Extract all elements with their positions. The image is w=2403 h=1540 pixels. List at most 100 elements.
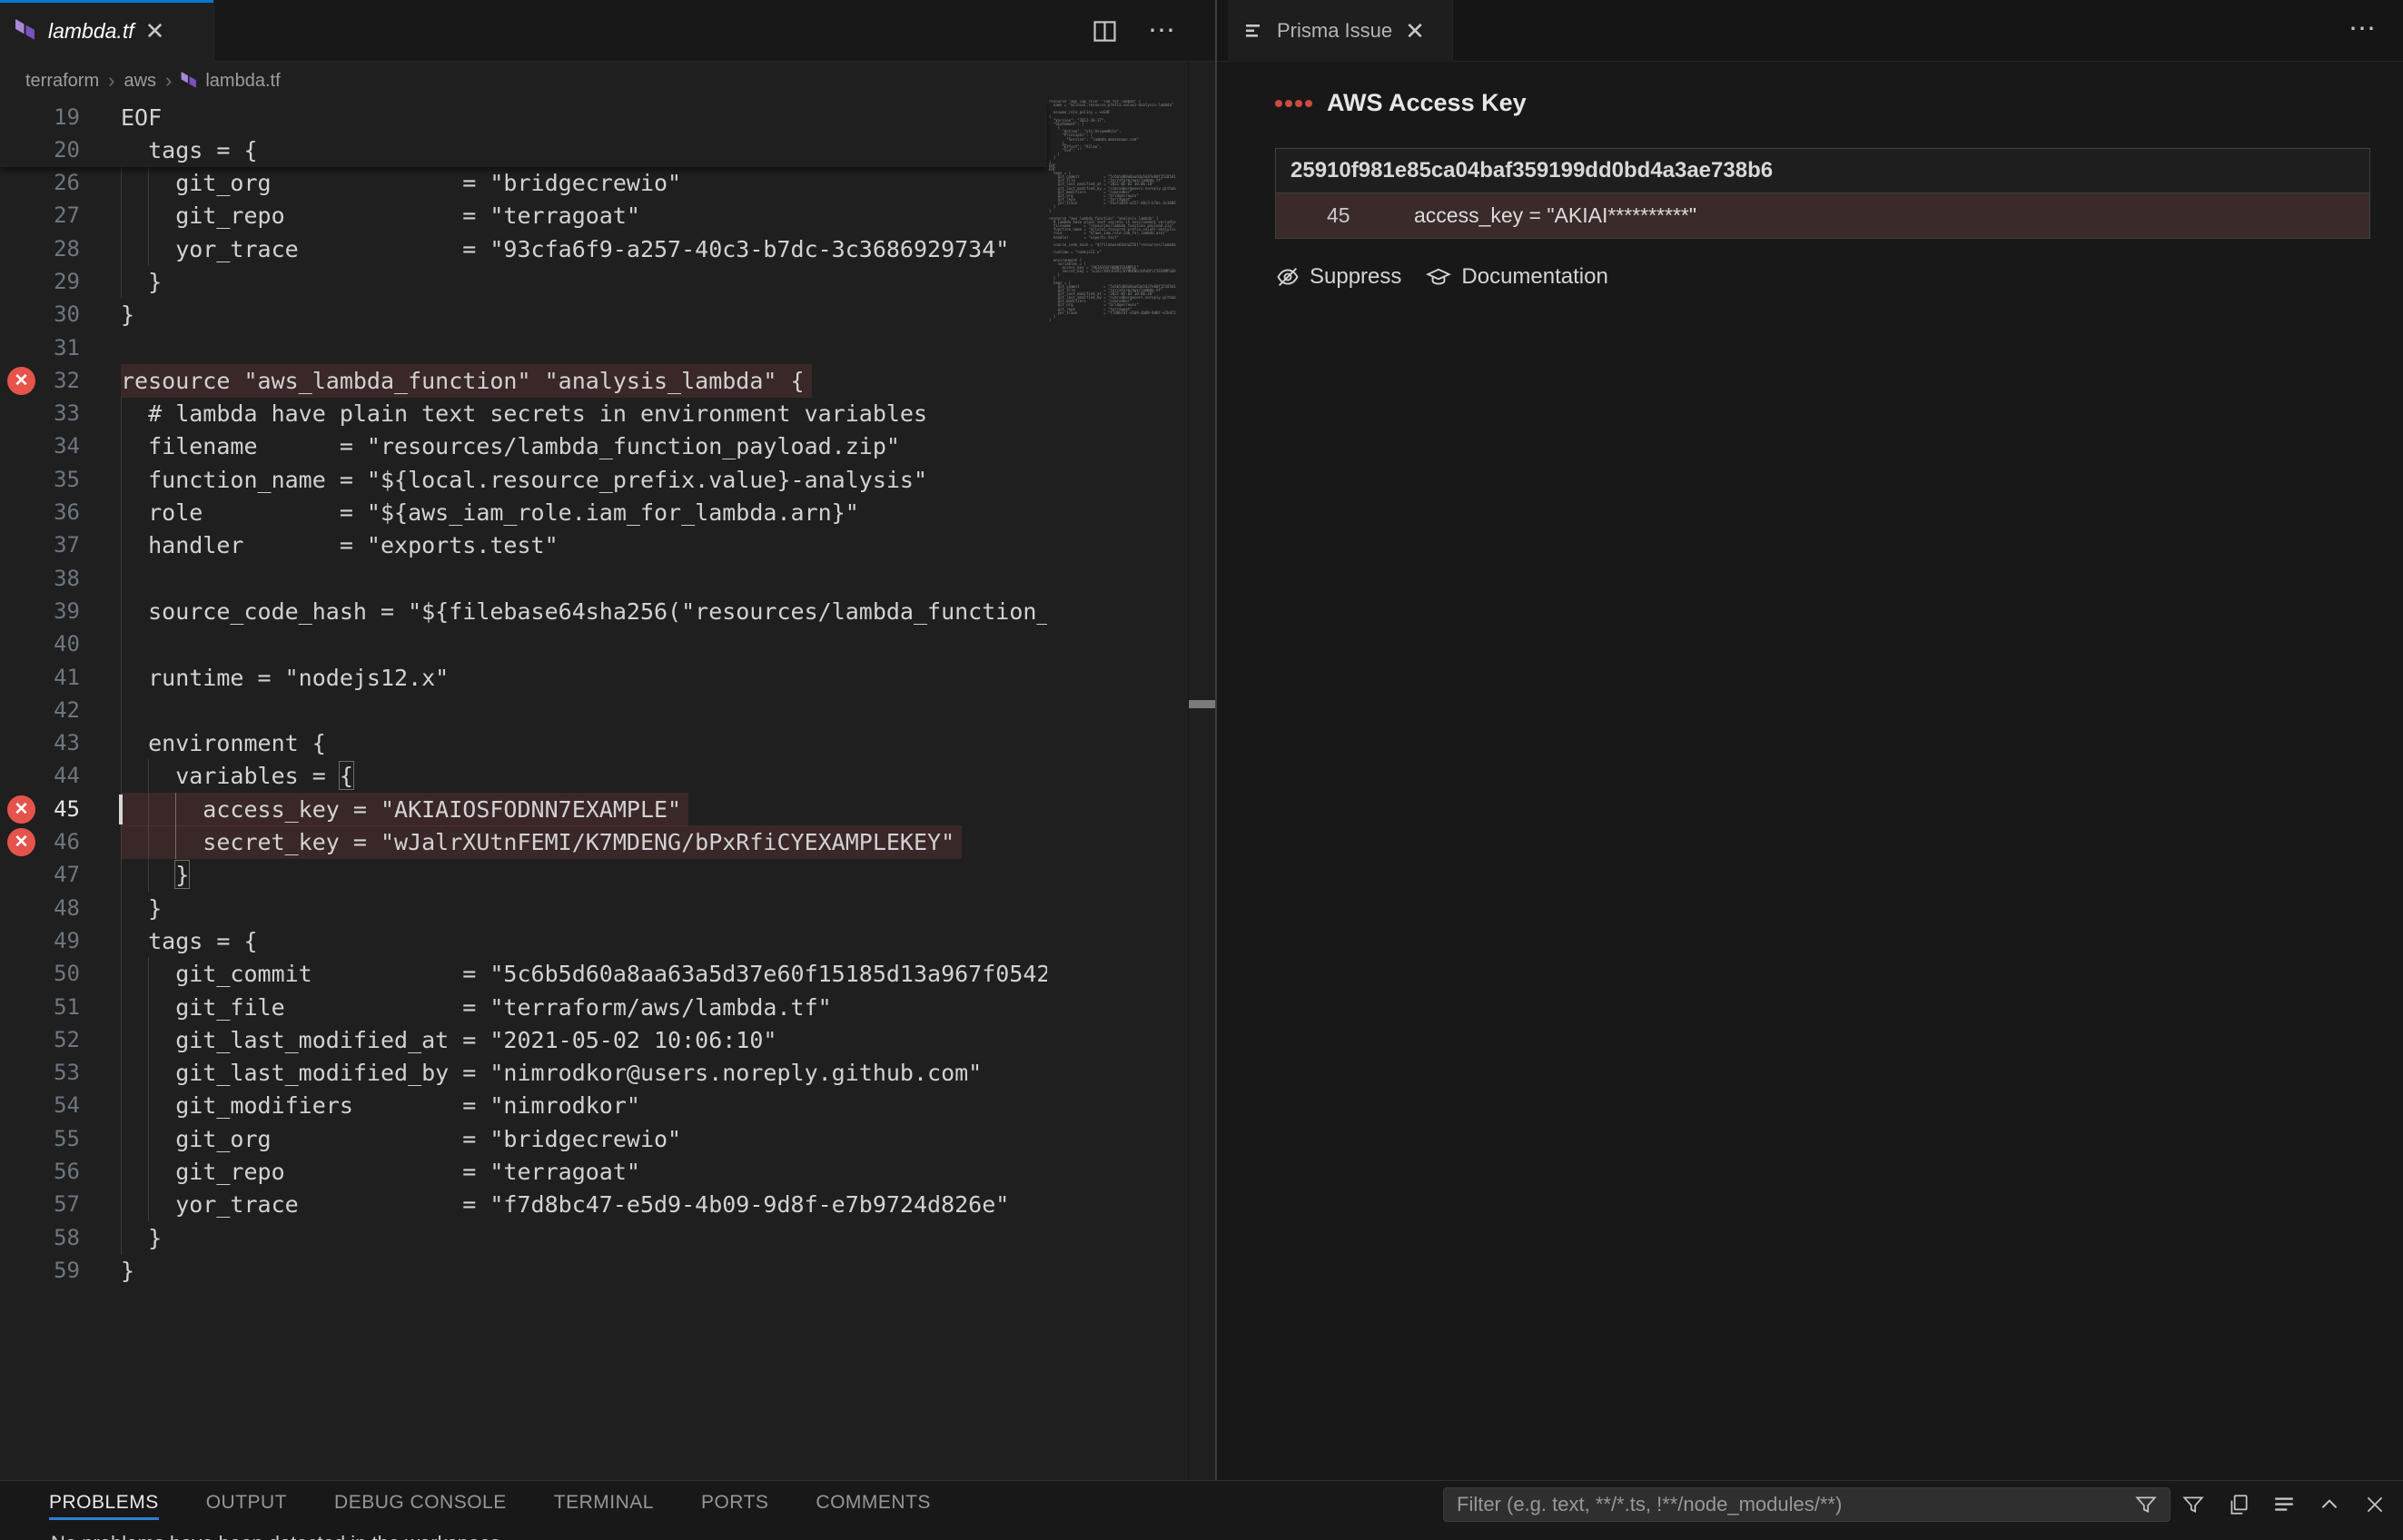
code-line-58[interactable]: 58 } (0, 1221, 1047, 1255)
line-number[interactable]: 35 (33, 463, 80, 497)
code-line-55[interactable]: 55 git_org = "bridgecrewio" (0, 1122, 1047, 1156)
line-number[interactable]: 51 (33, 991, 80, 1024)
code-line-32[interactable]: ✕32resource "aws_lambda_function" "analy… (0, 364, 1047, 398)
more-actions-icon[interactable]: ⋯ (1148, 25, 1179, 36)
code-line-36[interactable]: 36 role = "${aws_iam_role.iam_for_lambda… (0, 496, 1047, 529)
code-line-19[interactable]: 19EOF (0, 101, 1047, 134)
line-number[interactable]: 30 (33, 298, 80, 331)
line-number[interactable]: 29 (33, 265, 80, 299)
code-line-20[interactable]: 20 tags = { (0, 133, 1047, 167)
code-line-33[interactable]: 33 # lambda have plain text secrets in e… (0, 397, 1047, 430)
code-line-48[interactable]: 48 } (0, 892, 1047, 925)
code-line-59[interactable]: 59} (0, 1254, 1047, 1288)
code-line-26[interactable]: 26 git_org = "bridgecrewio" (0, 166, 1047, 200)
code-line-27[interactable]: 27 git_repo = "terragoat" (0, 199, 1047, 232)
line-number[interactable]: 32 (33, 364, 80, 398)
breadcrumb-item-aws[interactable]: aws (124, 71, 156, 92)
error-icon[interactable]: ✕ (7, 367, 35, 395)
issue-code-row[interactable]: 45 access_key = "AKIAI**********" (1276, 193, 2369, 238)
code-line-44[interactable]: 44 variables = { (0, 759, 1047, 793)
line-number[interactable]: 31 (33, 331, 80, 365)
code-line-30[interactable]: 30} (0, 298, 1047, 331)
code-editor[interactable]: 26 git_org = "bridgecrewio"27 git_repo =… (0, 100, 1188, 1480)
code-line-35[interactable]: 35 function_name = "${local.resource_pre… (0, 463, 1047, 497)
view-as-list-icon[interactable] (2272, 1493, 2296, 1516)
code-line-45[interactable]: ✕45 access_key = "AKIAIOSFODNN7EXAMPLE" (0, 793, 1047, 826)
line-number[interactable]: 20 (33, 133, 80, 167)
bottom-tab-ports[interactable]: PORTS (701, 1481, 768, 1525)
panel-more-actions-icon[interactable]: ⋯ (2349, 24, 2379, 35)
tab-prisma-issue[interactable]: Prisma Issue ✕ (1228, 0, 1453, 62)
line-number[interactable]: 41 (33, 661, 80, 695)
bottom-tab-debug-console[interactable]: DEBUG CONSOLE (334, 1481, 507, 1525)
problems-filter-input[interactable] (1443, 1487, 2171, 1522)
tab-lambda-tf[interactable]: lambda.tf ✕ (0, 0, 214, 62)
maximize-panel-icon[interactable] (2318, 1493, 2341, 1516)
code-line-47[interactable]: 47 } (0, 858, 1047, 892)
line-number[interactable]: 56 (33, 1155, 80, 1189)
line-number[interactable]: 49 (33, 924, 80, 958)
line-number[interactable]: 43 (33, 726, 80, 760)
close-panel-icon[interactable] (2363, 1493, 2387, 1516)
line-number[interactable]: 27 (33, 199, 80, 232)
code-line-43[interactable]: 43 environment { (0, 726, 1047, 760)
line-number[interactable]: 54 (33, 1089, 80, 1122)
code-line-56[interactable]: 56 git_repo = "terragoat" (0, 1155, 1047, 1189)
code-line-34[interactable]: 34 filename = "resources/lambda_function… (0, 429, 1047, 463)
code-line-53[interactable]: 53 git_last_modified_by = "nimrodkor@use… (0, 1056, 1047, 1090)
line-number[interactable]: 45 (33, 793, 80, 826)
breadcrumb-item-terraform[interactable]: terraform (25, 71, 99, 92)
code-line-29[interactable]: 29 } (0, 265, 1047, 299)
code-line-51[interactable]: 51 git_file = "terraform/aws/lambda.tf" (0, 991, 1047, 1024)
code-line-57[interactable]: 57 yor_trace = "f7d8bc47-e5d9-4b09-9d8f-… (0, 1188, 1047, 1221)
split-editor-icon[interactable] (1093, 19, 1117, 44)
code-line-41[interactable]: 41 runtime = "nodejs12.x" (0, 661, 1047, 695)
bottom-tab-comments[interactable]: COMMENTS (816, 1481, 931, 1525)
line-number[interactable]: 53 (33, 1056, 80, 1090)
code-line-52[interactable]: 52 git_last_modified_at = "2021-05-02 10… (0, 1023, 1047, 1057)
suppress-button[interactable]: Suppress (1275, 264, 1401, 290)
sash-handle[interactable] (1189, 700, 1216, 708)
line-number[interactable]: 58 (33, 1221, 80, 1255)
code-line-28[interactable]: 28 yor_trace = "93cfa6f9-a257-40c3-b7dc-… (0, 232, 1047, 266)
line-number[interactable]: 33 (33, 397, 80, 430)
breadcrumb-item-lambda-tf[interactable]: lambda.tf (181, 71, 280, 92)
line-number[interactable]: 46 (33, 825, 80, 859)
code-line-37[interactable]: 37 handler = "exports.test" (0, 528, 1047, 562)
line-number[interactable]: 57 (33, 1188, 80, 1221)
line-number[interactable]: 28 (33, 232, 80, 266)
line-number[interactable]: 34 (33, 429, 80, 463)
line-number[interactable]: 42 (33, 694, 80, 727)
line-number[interactable]: 37 (33, 528, 80, 562)
line-number[interactable]: 26 (33, 166, 80, 200)
sticky-scroll[interactable]: 19EOF20 tags = { (0, 100, 1047, 167)
line-number[interactable]: 47 (33, 858, 80, 892)
code-line-46[interactable]: ✕46 secret_key = "wJalrXUtnFEMI/K7MDENG/… (0, 825, 1047, 859)
copy-icon[interactable] (2227, 1493, 2250, 1516)
code-line-54[interactable]: 54 git_modifiers = "nimrodkor" (0, 1089, 1047, 1122)
line-number[interactable]: 59 (33, 1254, 80, 1288)
close-tab-icon[interactable]: ✕ (145, 19, 165, 43)
error-icon[interactable]: ✕ (7, 828, 35, 856)
code-line-40[interactable]: 40 (0, 627, 1047, 661)
line-number[interactable]: 19 (33, 101, 80, 134)
minimap[interactable]: resource "aws_iam_role" "iam_for_lambda"… (1049, 100, 1176, 400)
line-number[interactable]: 40 (33, 627, 80, 661)
filter-funnel-icon[interactable] (2134, 1493, 2158, 1516)
documentation-button[interactable]: Documentation (1425, 264, 1607, 290)
code-line-42[interactable]: 42 (0, 694, 1047, 727)
line-number[interactable]: 36 (33, 496, 80, 529)
code-line-50[interactable]: 50 git_commit = "5c6b5d60a8aa63a5d37e60f… (0, 957, 1047, 991)
code-line-39[interactable]: 39 source_code_hash = "${filebase64sha25… (0, 595, 1047, 628)
close-panel-tab-icon[interactable]: ✕ (1405, 19, 1425, 43)
code-line-49[interactable]: 49 tags = { (0, 924, 1047, 958)
line-number[interactable]: 55 (33, 1122, 80, 1156)
code-line-31[interactable]: 31 (0, 331, 1047, 365)
line-number[interactable]: 44 (33, 759, 80, 793)
line-number[interactable]: 48 (33, 892, 80, 925)
line-number[interactable]: 39 (33, 595, 80, 628)
code-line-38[interactable]: 38 (0, 562, 1047, 596)
bottom-tab-terminal[interactable]: TERMINAL (554, 1481, 654, 1525)
line-number[interactable]: 38 (33, 562, 80, 596)
filter-icon[interactable] (2181, 1493, 2205, 1516)
